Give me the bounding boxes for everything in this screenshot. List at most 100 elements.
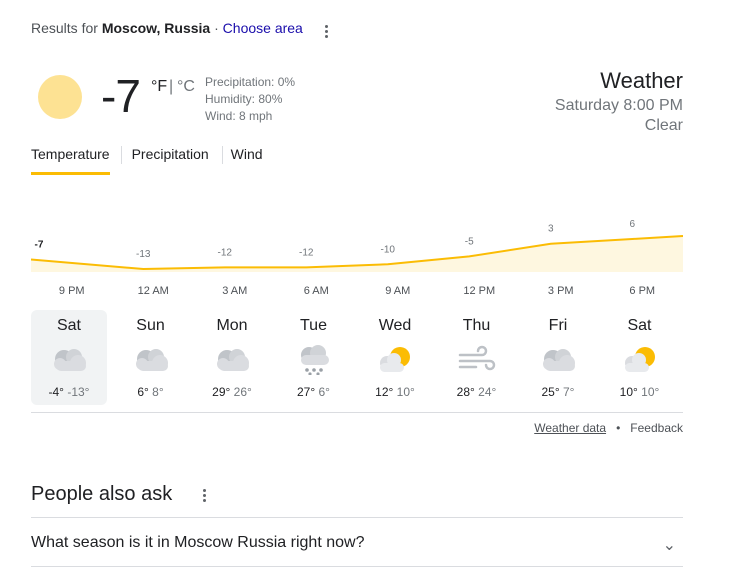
unit-fahrenheit[interactable]: °F — [151, 78, 167, 96]
forecast-day[interactable]: Tue 27° 6° — [276, 310, 352, 405]
time-label: 9 PM — [58, 285, 85, 297]
cloudy-icon — [537, 343, 579, 375]
weather-datetime: Saturday 8:00 PM — [554, 97, 683, 114]
footer-dot: • — [616, 421, 621, 435]
weather-details: Precipitation: 0% Humidity: 80% Wind: 8 … — [205, 74, 295, 125]
weather-footer: Weather data • Feedback — [534, 421, 683, 435]
snow-icon — [293, 343, 335, 376]
forecast-temps: 6° 8° — [113, 385, 189, 399]
forecast-day-name: Thu — [462, 317, 491, 334]
forecast-high: 6° — [137, 385, 149, 399]
forecast-high: 10° — [619, 385, 638, 399]
partly-cloudy-icon — [619, 343, 661, 375]
time-label: 6 AM — [303, 285, 329, 297]
forecast-low: 7° — [563, 385, 575, 399]
forecast-day-name: Fri — [548, 317, 568, 334]
feedback-link[interactable]: Feedback — [630, 421, 683, 435]
forecast-day[interactable]: Sun 6° 8° — [113, 310, 189, 405]
wind-text: Wind: 8 mph — [205, 109, 273, 123]
cloudy-icon — [130, 343, 172, 375]
precipitation-text: Precipitation: 0% — [205, 75, 296, 89]
people-also-ask-title: People also ask — [31, 483, 173, 505]
cloudy-icon — [211, 343, 253, 375]
time-label: 9 AM — [385, 285, 411, 297]
forecast-temps: 29° 26° — [194, 385, 270, 399]
forecast-high: -4° — [48, 385, 64, 399]
results-prefix: Results for — [31, 20, 98, 36]
question-item[interactable]: What season is it in Moscow Russia right… — [31, 534, 364, 552]
forecast-low: 10° — [641, 385, 660, 399]
partly-cloudy-icon — [374, 343, 416, 375]
tab-precipitation[interactable]: Precipitation — [132, 146, 209, 175]
tab-divider — [121, 146, 122, 164]
time-label: 12 PM — [463, 285, 496, 297]
temperature-data-label: -7 — [35, 240, 44, 251]
forecast-day-name: Sat — [56, 317, 81, 334]
temperature-data-label: -10 — [381, 244, 396, 255]
weather-tabs: Temperature Precipitation Wind — [31, 146, 285, 175]
forecast-high: 12° — [375, 385, 394, 399]
divider — [31, 412, 683, 413]
divider — [31, 517, 683, 518]
forecast-low: 10° — [396, 385, 415, 399]
temperature-data-label: 6 — [629, 219, 635, 230]
forecast-low: 6° — [318, 385, 330, 399]
forecast-temps: 25° 7° — [520, 385, 596, 399]
weather-status: Saturday 8:00 PM Clear — [555, 96, 683, 136]
weather-condition: Clear — [644, 117, 683, 134]
forecast-high: 29° — [212, 385, 231, 399]
results-separator: · — [214, 20, 219, 36]
temperature-data-label: 3 — [548, 224, 554, 235]
time-label: 3 AM — [222, 285, 248, 297]
forecast-temps: 12° 10° — [357, 385, 433, 399]
forecast-day-name: Sat — [627, 317, 652, 334]
temperature-data-label: -12 — [299, 247, 314, 258]
forecast-day[interactable]: Sat -4° -13° — [31, 310, 107, 405]
tab-wind[interactable]: Wind — [231, 146, 263, 175]
divider — [31, 566, 683, 567]
forecast-day[interactable]: Fri 25° 7° — [520, 310, 596, 405]
weather-data-link[interactable]: Weather data — [534, 421, 606, 435]
forecast-temps: 10° 10° — [602, 385, 678, 399]
humidity-text: Humidity: 80% — [205, 92, 283, 106]
temperature-data-label: -5 — [465, 236, 474, 247]
forecast-day-name: Mon — [216, 317, 248, 334]
unit-celsius[interactable]: °C — [177, 78, 195, 96]
forecast-high: 25° — [541, 385, 560, 399]
forecast-low: 26° — [233, 385, 252, 399]
tab-divider — [222, 146, 223, 164]
forecast-low: -13° — [67, 385, 90, 399]
forecast-day[interactable]: Sat 10° 10° — [602, 310, 678, 405]
forecast-temps: 28° 24° — [439, 385, 515, 399]
forecast-high: 27° — [297, 385, 316, 399]
choose-area-link[interactable]: Choose area — [223, 20, 303, 36]
temperature-data-label: -13 — [136, 249, 151, 260]
forecast-temps: 27° 6° — [276, 385, 352, 399]
forecast-temps: -4° -13° — [31, 385, 107, 399]
results-line: Results for Moscow, Russia · Choose area — [31, 20, 303, 36]
time-label: 6 PM — [629, 285, 656, 297]
temperature-data-label: -12 — [218, 247, 233, 258]
forecast-low: 24° — [478, 385, 497, 399]
current-temperature: -7 — [101, 70, 141, 122]
time-label: 3 PM — [547, 285, 574, 297]
weather-title: Weather — [600, 68, 683, 93]
time-label: 12 AM — [137, 285, 169, 297]
forecast-day[interactable]: Thu 28° 24° — [439, 310, 515, 405]
forecast-day[interactable]: Mon 29° 26° — [194, 310, 270, 405]
tab-temperature[interactable]: Temperature — [31, 146, 110, 175]
forecast-day-name: Wed — [378, 317, 412, 334]
forecast-low: 8° — [152, 385, 164, 399]
wind-icon — [456, 343, 498, 375]
unit-separator: | — [169, 78, 174, 95]
forecast-high: 28° — [456, 385, 475, 399]
more-options-icon[interactable] — [203, 489, 207, 504]
more-options-icon[interactable] — [325, 25, 329, 40]
forecast-day-name: Tue — [300, 317, 327, 334]
sun-icon — [38, 75, 82, 119]
chevron-down-icon[interactable]: ⌄ — [663, 535, 676, 555]
forecast-day-name: Sun — [136, 317, 165, 334]
location-name: Moscow, Russia — [101, 20, 211, 36]
cloudy-icon — [48, 343, 90, 375]
forecast-day[interactable]: Wed 12° 10° — [357, 310, 433, 405]
